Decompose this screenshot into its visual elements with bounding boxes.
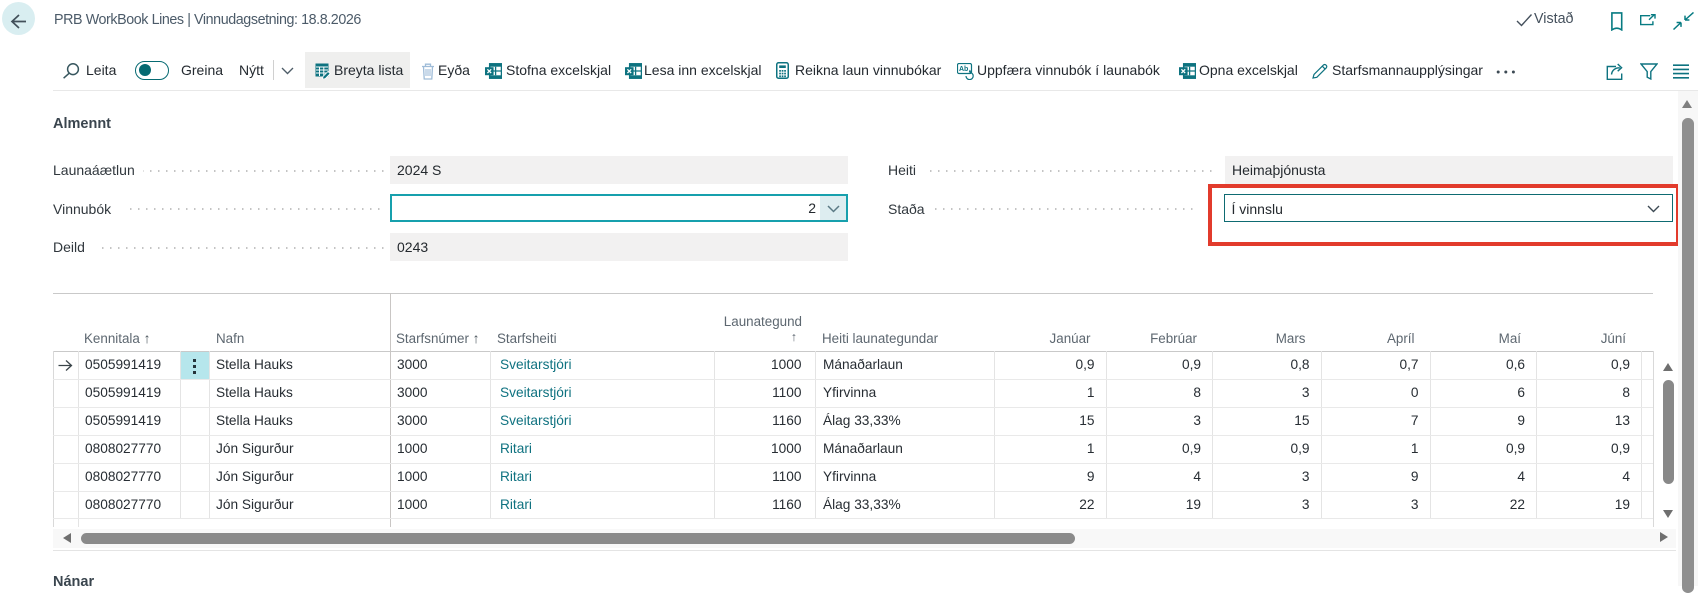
svg-text:Ab: Ab — [959, 66, 968, 73]
